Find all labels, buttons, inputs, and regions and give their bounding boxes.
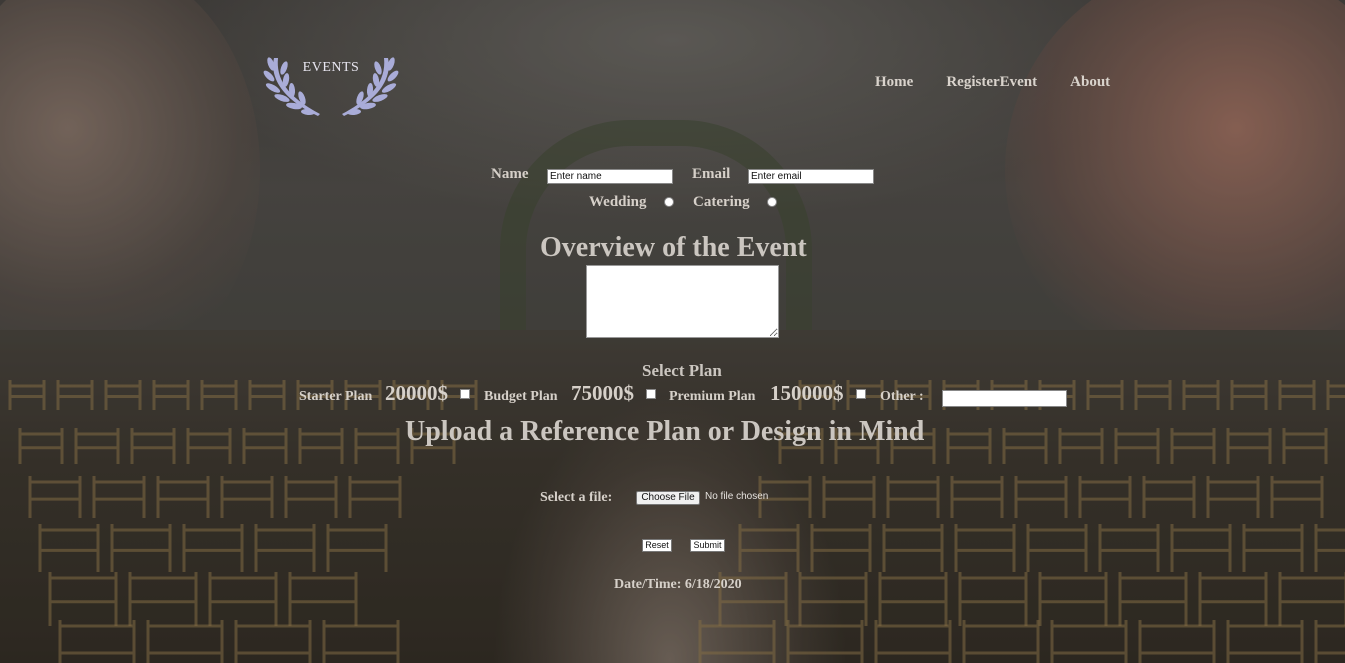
name-input[interactable] (547, 169, 673, 184)
catering-label: Catering (693, 194, 750, 210)
select-plan-heading: Select Plan (642, 361, 722, 380)
catering-radio[interactable] (767, 197, 777, 207)
upload-heading: Upload a Reference Plan or Design in Min… (405, 416, 925, 447)
datetime-label: Date/Time: 6/18/2020 (614, 577, 742, 592)
other-plan-label: Other : (880, 389, 924, 404)
logo-text: EVENTS (302, 60, 360, 75)
premium-plan-price: 150000$ (770, 381, 844, 405)
other-plan-input[interactable] (942, 390, 1067, 407)
premium-plan-label: Premium Plan (669, 389, 756, 404)
nav-register-event[interactable]: RegisterEvent (946, 74, 1037, 91)
submit-button[interactable]: Submit (690, 539, 725, 552)
name-label: Name (491, 166, 529, 182)
budget-plan-price: 75000$ (571, 381, 634, 405)
starter-plan-price: 20000$ (385, 381, 448, 405)
email-label: Email (692, 166, 731, 182)
file-status: No file chosen (705, 491, 769, 502)
starter-plan-label: Starter Plan (299, 389, 373, 404)
main-nav: Home RegisterEvent About (875, 74, 1110, 91)
email-input[interactable] (748, 169, 874, 184)
choose-file-button[interactable]: Choose File (636, 491, 700, 505)
wedding-label: Wedding (589, 194, 647, 210)
reset-button[interactable]: Reset (642, 539, 672, 552)
overview-textarea[interactable] (586, 265, 779, 338)
nav-about[interactable]: About (1070, 74, 1110, 91)
starter-plan-checkbox[interactable] (460, 389, 470, 399)
wedding-radio[interactable] (664, 197, 674, 207)
nav-home[interactable]: Home (875, 74, 913, 91)
file-label: Select a file: (540, 490, 613, 505)
premium-plan-checkbox[interactable] (856, 389, 866, 399)
budget-plan-label: Budget Plan (484, 389, 558, 404)
overview-heading: Overview of the Event (540, 232, 807, 263)
budget-plan-checkbox[interactable] (646, 389, 656, 399)
site-logo[interactable]: EVENTS (262, 52, 400, 122)
